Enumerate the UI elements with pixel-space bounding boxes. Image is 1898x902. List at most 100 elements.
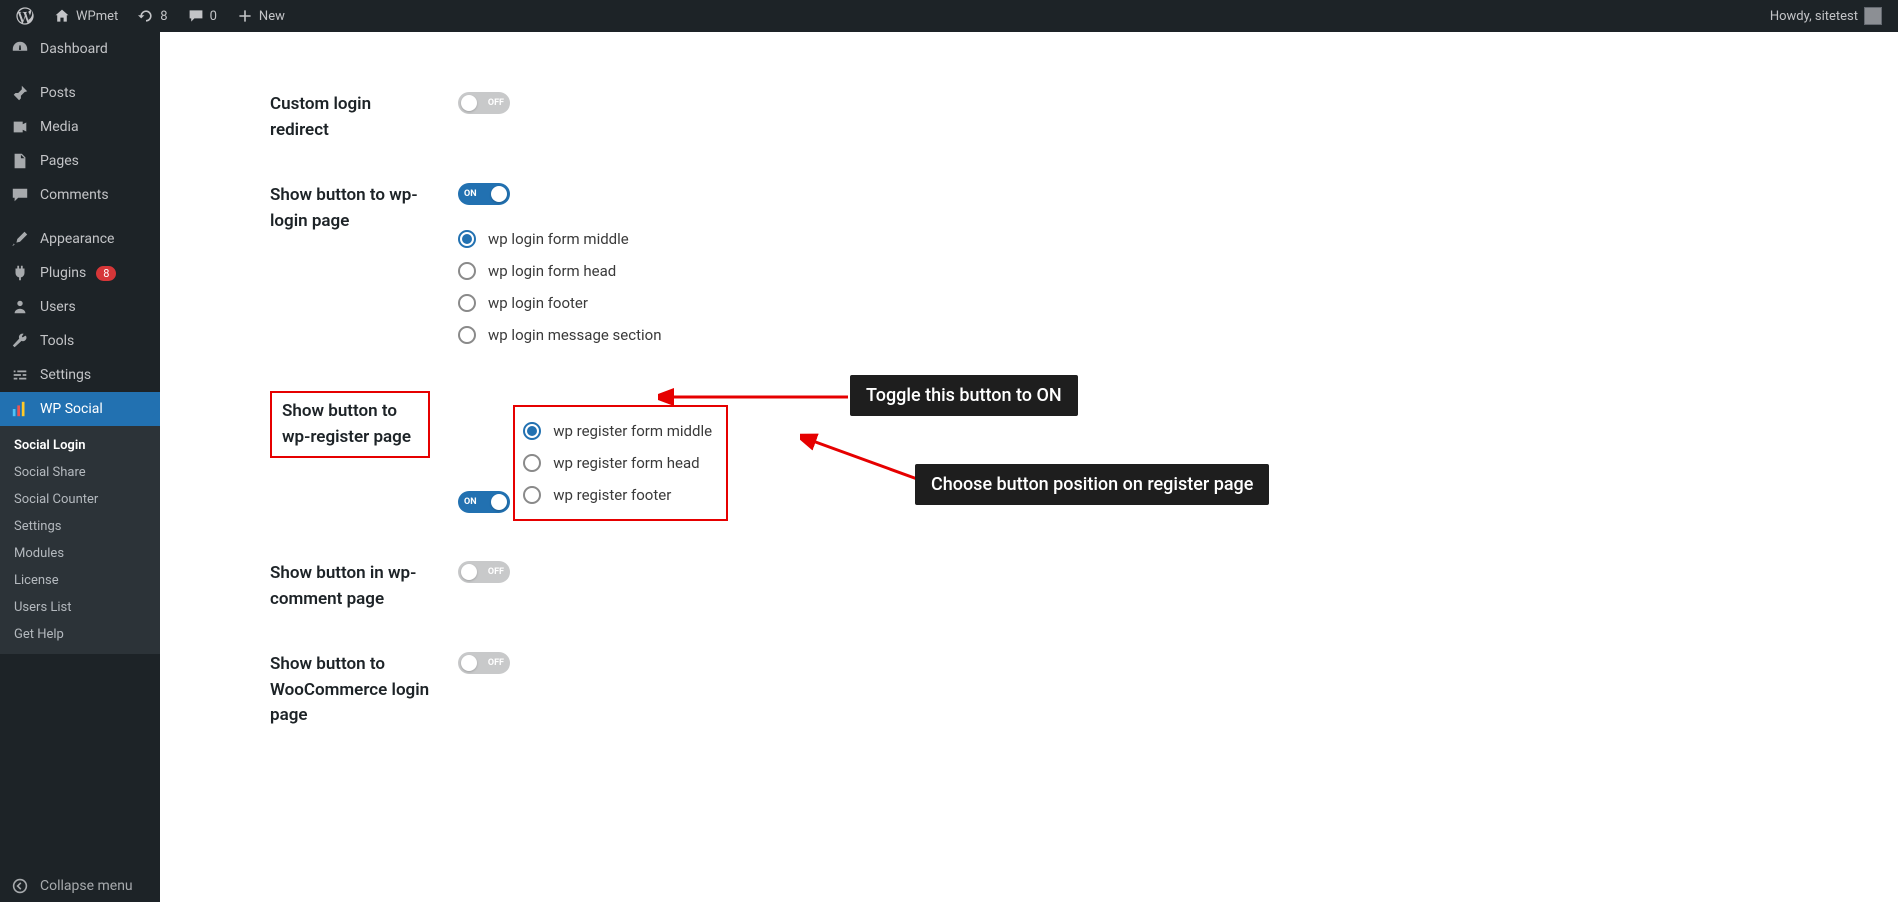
radio-label: wp register form head: [553, 454, 699, 472]
submenu-users-list[interactable]: Users List: [0, 594, 160, 621]
radio-register-head[interactable]: wp register form head: [523, 447, 712, 479]
updates[interactable]: 8: [130, 0, 175, 32]
radio-label: wp register footer: [553, 486, 671, 504]
new-label: New: [259, 9, 285, 24]
menu-label: Posts: [40, 85, 76, 101]
toggle-text: ON: [464, 189, 477, 199]
setting-custom-redirect: Custom login redirect OFF: [160, 72, 1898, 163]
sliders-icon: [10, 366, 30, 384]
submenu-license[interactable]: License: [0, 567, 160, 594]
collapse-label: Collapse menu: [40, 878, 133, 894]
avatar: [1864, 7, 1882, 25]
comments-bubble[interactable]: 0: [180, 0, 225, 32]
menu-comments[interactable]: Comments: [0, 178, 160, 212]
site-name-label: WPmet: [76, 9, 118, 24]
menu-media[interactable]: Media: [0, 110, 160, 144]
annotation-arrow-position: [800, 430, 930, 490]
radio-label: wp register form middle: [553, 422, 712, 440]
toggle-text: OFF: [488, 567, 504, 577]
comment-icon: [10, 186, 30, 204]
submenu-get-help[interactable]: Get Help: [0, 621, 160, 648]
plugins-badge: 8: [96, 266, 116, 281]
site-name[interactable]: WPmet: [46, 0, 126, 32]
submenu-social-counter[interactable]: Social Counter: [0, 486, 160, 513]
toggle-text: OFF: [488, 98, 504, 108]
radio-register-footer[interactable]: wp register footer: [523, 479, 712, 511]
setting-label-text: Show button to wp-register page: [282, 401, 411, 447]
plus-icon: [237, 8, 253, 24]
howdy-label: Howdy, sitetest: [1770, 9, 1858, 24]
radio-icon: [523, 422, 541, 440]
menu-plugins[interactable]: Plugins 8: [0, 256, 160, 290]
menu-tools[interactable]: Tools: [0, 324, 160, 358]
menu-label: Appearance: [40, 231, 114, 247]
menu-label: Dashboard: [40, 41, 108, 57]
wordpress-icon: [16, 7, 34, 25]
menu-appearance[interactable]: Appearance: [0, 222, 160, 256]
annotation-toggle: Toggle this button to ON: [850, 375, 1078, 416]
wrench-icon: [10, 332, 30, 350]
my-account[interactable]: Howdy, sitetest: [1762, 0, 1890, 32]
radio-icon: [458, 294, 476, 312]
radio-label: wp login form middle: [488, 230, 629, 248]
menu-label: Comments: [40, 187, 109, 203]
submenu-settings[interactable]: Settings: [0, 513, 160, 540]
dashboard-icon: [10, 40, 30, 58]
menu-pages[interactable]: Pages: [0, 144, 160, 178]
menu-label: Pages: [40, 153, 79, 169]
radio-login-footer[interactable]: wp login footer: [458, 287, 1898, 319]
menu-label: Media: [40, 119, 79, 135]
settings-panel: Custom login redirect OFF Show button to…: [160, 32, 1898, 902]
menu-settings[interactable]: Settings: [0, 358, 160, 392]
setting-woo-page: Show button to WooCommerce login page OF…: [160, 632, 1898, 729]
radio-label: wp login footer: [488, 294, 588, 312]
annotation-arrow-toggle: [658, 387, 858, 407]
collapse-menu[interactable]: Collapse menu: [0, 870, 160, 902]
toggle-woo-page[interactable]: OFF: [458, 652, 510, 674]
toggle-custom-redirect[interactable]: OFF: [458, 92, 510, 114]
radio-icon: [458, 262, 476, 280]
radio-icon: [523, 454, 541, 472]
toggle-register-page[interactable]: ON: [458, 491, 510, 513]
update-icon: [138, 8, 154, 24]
submenu-modules[interactable]: Modules: [0, 540, 160, 567]
radio-login-message[interactable]: wp login message section: [458, 319, 1898, 351]
menu-wpsocial[interactable]: WP Social: [0, 392, 160, 426]
updates-count: 8: [160, 9, 167, 24]
setting-label: Custom login redirect: [160, 92, 450, 143]
radio-icon: [458, 230, 476, 248]
brush-icon: [10, 230, 30, 248]
user-icon: [10, 298, 30, 316]
setting-comment-page: Show button in wp-comment page OFF: [160, 541, 1898, 632]
wp-logo[interactable]: [8, 0, 42, 32]
radio-label: wp login message section: [488, 326, 661, 344]
menu-label: Plugins: [40, 265, 86, 281]
toggle-comment-page[interactable]: OFF: [458, 561, 510, 583]
toggle-login-page[interactable]: ON: [458, 183, 510, 205]
submenu-social-login[interactable]: Social Login: [0, 432, 160, 459]
menu-label: Settings: [40, 367, 91, 383]
radio-register-middle[interactable]: wp register form middle: [523, 415, 712, 447]
admin-menu: Dashboard Posts Media Pages Comments App…: [0, 32, 160, 902]
radio-label: wp login form head: [488, 262, 616, 280]
new-content[interactable]: New: [229, 0, 293, 32]
submenu-social-share[interactable]: Social Share: [0, 459, 160, 486]
plug-icon: [10, 264, 30, 282]
radio-login-head[interactable]: wp login form head: [458, 255, 1898, 287]
setting-label: Show button in wp-comment page: [160, 561, 450, 612]
media-icon: [10, 118, 30, 136]
toggle-text: OFF: [488, 658, 504, 668]
comments-count: 0: [210, 9, 217, 24]
menu-dashboard[interactable]: Dashboard: [0, 32, 160, 66]
highlight-box-options: wp register form middle wp register form…: [513, 405, 728, 521]
setting-label: Show button to wp-login page: [160, 183, 450, 351]
menu-posts[interactable]: Posts: [0, 76, 160, 110]
annotation-position: Choose button position on register page: [915, 464, 1269, 505]
radio-login-middle[interactable]: wp login form middle: [458, 223, 1898, 255]
admin-bar: WPmet 8 0 New Howdy, sitetest: [0, 0, 1898, 32]
setting-label: Show button to WooCommerce login page: [160, 652, 450, 729]
radio-icon: [523, 486, 541, 504]
wpsocial-icon: [10, 400, 30, 418]
menu-users[interactable]: Users: [0, 290, 160, 324]
highlight-box-label: Show button to wp-register page: [270, 391, 430, 458]
